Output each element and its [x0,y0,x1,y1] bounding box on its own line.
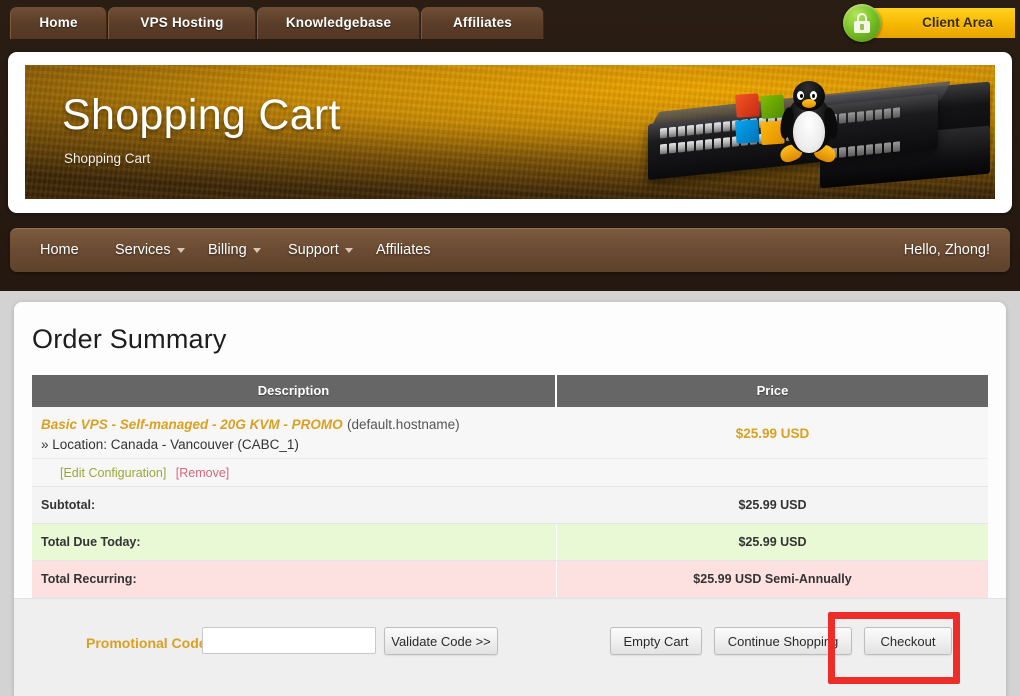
banner-panel: Shopping Cart Shopping Cart [8,52,1012,213]
nav-item-billing-label: Billing [208,242,247,258]
total-recurring-value: $25.99 USD Semi-Annually [557,561,988,597]
padlock-icon [843,4,881,42]
linux-tux-icon [777,81,840,167]
product-price-cell: $25.99 USD [557,407,988,458]
client-area-label: Client Area [922,15,993,30]
page-title: Order Summary [32,324,227,354]
total-due-today-value: $25.99 USD [557,524,988,560]
user-menu-label: Hello, Zhong! [903,242,990,258]
tab-knowledgebase[interactable]: Knowledgebase [257,7,420,39]
nav-item-services[interactable]: Services [115,228,185,272]
top-tab-strip: Home VPS Hosting Knowledgebase Affiliate… [0,0,1020,42]
tab-home[interactable]: Home [10,7,107,39]
client-area-button[interactable]: Client Area [843,4,1015,42]
promotional-code-label: Promotional Code [86,635,207,651]
product-hostname: (default.hostname) [347,417,460,432]
chevron-down-icon [252,247,261,253]
product-links-cell: [Edit Configuration] [Remove] [32,459,557,486]
nav-item-support-label: Support [288,242,339,258]
tab-vps-hosting[interactable]: VPS Hosting [108,7,256,39]
table-row-product-links: [Edit Configuration] [Remove] [32,459,988,487]
total-recurring-label: Total Recurring: [32,561,557,597]
product-name: Basic VPS - Self-managed - 20G KVM - PRO… [41,417,343,432]
product-price: $25.99 USD [735,426,810,441]
subtotal-label: Subtotal: [41,498,96,512]
promotional-code-input[interactable] [202,627,376,654]
edit-configuration-link[interactable]: [Edit Configuration] [60,466,166,480]
user-menu[interactable]: Hello, Zhong! [904,228,990,272]
nav-item-affiliates-label: Affiliates [376,242,431,258]
column-header-description: Description [32,375,557,407]
main-navigation: Home Services Billing Support Affiliates… [10,228,1010,272]
continue-shopping-button[interactable]: Continue Shopping [714,627,852,655]
total-due-today-label: Total Due Today: [32,524,557,560]
site-header: Home VPS Hosting Knowledgebase Affiliate… [0,0,1020,291]
nav-item-support[interactable]: Support [288,228,353,272]
nav-item-affiliates[interactable]: Affiliates [376,228,431,272]
validate-code-button[interactable]: Validate Code >> [384,627,498,655]
table-row-product: Basic VPS - Self-managed - 20G KVM - PRO… [32,407,988,459]
banner-title: Shopping Cart [62,91,341,139]
empty-cart-button[interactable]: Empty Cart [610,627,702,655]
nav-item-services-label: Services [115,242,171,258]
chevron-down-icon [344,247,353,253]
tab-affiliates[interactable]: Affiliates [421,7,544,39]
table-header-row: Description Price [32,375,988,407]
product-location: » Location: Canada - Vancouver (CABC_1) [41,437,299,452]
checkout-button[interactable]: Checkout [864,627,952,655]
order-summary-table: Description Price Basic VPS - Self-manag… [32,375,988,598]
table-row-subtotal: Subtotal: $25.99 USD [32,487,988,524]
subtotal-value: $25.99 USD [738,498,807,512]
nav-item-home[interactable]: Home [40,228,79,272]
content-panel: Order Summary Description Price Basic VP… [14,302,1006,696]
banner-subtitle: Shopping Cart [64,151,151,166]
table-row-total-due-today: Total Due Today: $25.99 USD [32,524,988,561]
product-links-price-cell [557,459,988,486]
chevron-down-icon [176,247,185,253]
network-switch-illustration [620,81,995,199]
cart-actions-bar: Promotional Code Validate Code >> Empty … [14,598,1006,696]
product-description-cell: Basic VPS - Self-managed - 20G KVM - PRO… [32,407,557,458]
table-row-total-recurring: Total Recurring: $25.99 USD Semi-Annuall… [32,561,988,598]
column-header-price: Price [756,383,789,398]
nav-item-home-label: Home [40,242,79,258]
nav-item-billing[interactable]: Billing [208,228,261,272]
page-banner: Shopping Cart Shopping Cart [25,65,995,199]
remove-item-link[interactable]: [Remove] [176,466,230,480]
